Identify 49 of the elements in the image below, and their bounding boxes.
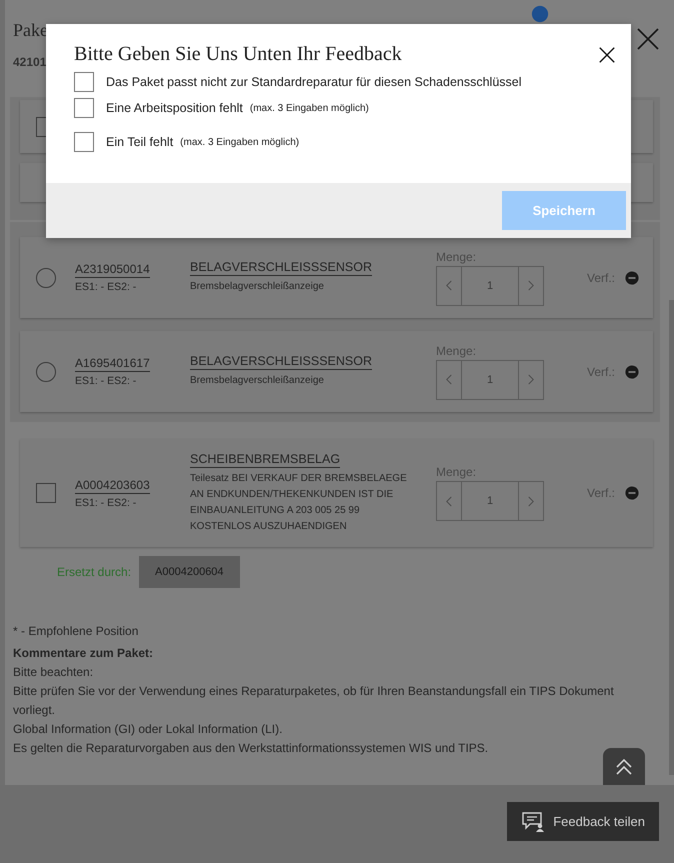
radio-button[interactable] xyxy=(36,268,56,288)
note-text: * - Empfohlene Position xyxy=(13,623,138,640)
decrease-chevron-icon[interactable] xyxy=(446,496,452,506)
increase-chevron-icon[interactable] xyxy=(528,280,534,291)
es-label: ES1: - ES2: - xyxy=(75,281,138,293)
part-name: SCHEIBENBREMSBELAG xyxy=(190,452,340,468)
double-chevron-up-icon xyxy=(614,758,634,776)
option-label: Eine Arbeitsposition fehlt xyxy=(106,101,243,115)
chat-person-icon xyxy=(521,810,546,832)
increase-chevron-icon[interactable] xyxy=(528,496,534,506)
part-description: Bremsbelagverschleißanzeige xyxy=(190,374,325,388)
option-label: Ein Teil fehlt xyxy=(106,135,174,149)
checkbox[interactable] xyxy=(74,132,94,152)
minus-circle-icon xyxy=(625,486,639,500)
es-label: ES1: - ES2: - xyxy=(75,375,138,387)
checkbox[interactable] xyxy=(36,483,56,503)
note-text: Es gelten die Reparaturvorgaben aus den Werkstattinformationssystemen WIS und TIPS. xyxy=(13,740,488,757)
option-label: Das Paket passt nicht zur Standardreparatur für diesen Schadensschlüssel xyxy=(106,75,522,89)
part-number-link[interactable]: A0004203603 xyxy=(75,478,150,494)
radio-button[interactable] xyxy=(36,362,56,382)
increase-chevron-icon[interactable] xyxy=(528,374,534,385)
decrease-chevron-icon[interactable] xyxy=(446,374,452,385)
minus-circle-icon xyxy=(625,364,639,378)
notification-badge-icon xyxy=(531,5,549,23)
replacement-part-number[interactable]: A0004200604 xyxy=(139,556,240,588)
decrease-chevron-icon[interactable] xyxy=(446,280,452,291)
part-number-link[interactable]: A1695401617 xyxy=(75,356,150,372)
part-name: BELAGVERSCHLEISSSENSOR xyxy=(190,260,372,276)
page-title: Pake xyxy=(13,19,48,41)
minus-circle-icon xyxy=(625,270,639,284)
dialog-title: Bitte Geben Sie Uns Unten Ihr Feedback xyxy=(74,43,402,66)
option-hint: (max. 3 Eingaben möglich) xyxy=(250,102,369,114)
comments-heading: Kommentare zum Paket: xyxy=(13,645,154,662)
note-text: Bitte beachten: xyxy=(13,664,94,681)
part-name: BELAGVERSCHLEISSSENSOR xyxy=(190,354,372,370)
note-text: Bitte prüfen Sie vor der Verwendung eines Reparaturpaketes, ob für Ihren Beanstandungsfall ein TIPS Dokument vorliegt. xyxy=(13,683,615,719)
part-description: Teilesatz BEI VERKAUF DER BREMSBELAEGE AN ENDKUNDEN/THEKENKUNDEN IST DIE EINBAUANLEITUNG A 203 005 25 99 KOSTENLOS AUSZUHAENDIGEN xyxy=(190,472,408,534)
replacement-label: Ersetzt durch: xyxy=(57,565,132,579)
close-icon[interactable] xyxy=(598,46,616,64)
part-number-link[interactable]: A2319050014 xyxy=(75,262,150,278)
option-hint: (max. 3 Eingaben möglich) xyxy=(180,136,300,148)
page-subtitle: 42101 xyxy=(13,55,48,69)
es-label: ES1: - ES2: - xyxy=(75,496,138,508)
scroll-top-button[interactable] xyxy=(603,748,645,785)
part-description: Bremsbelagverschleißanzeige xyxy=(190,280,325,294)
note-text: Global Information (GI) oder Lokal Information (LI). xyxy=(13,721,282,738)
feedback-button[interactable]: Feedback teilen xyxy=(507,802,659,841)
checkbox[interactable] xyxy=(74,72,94,92)
checkbox[interactable] xyxy=(74,98,94,118)
